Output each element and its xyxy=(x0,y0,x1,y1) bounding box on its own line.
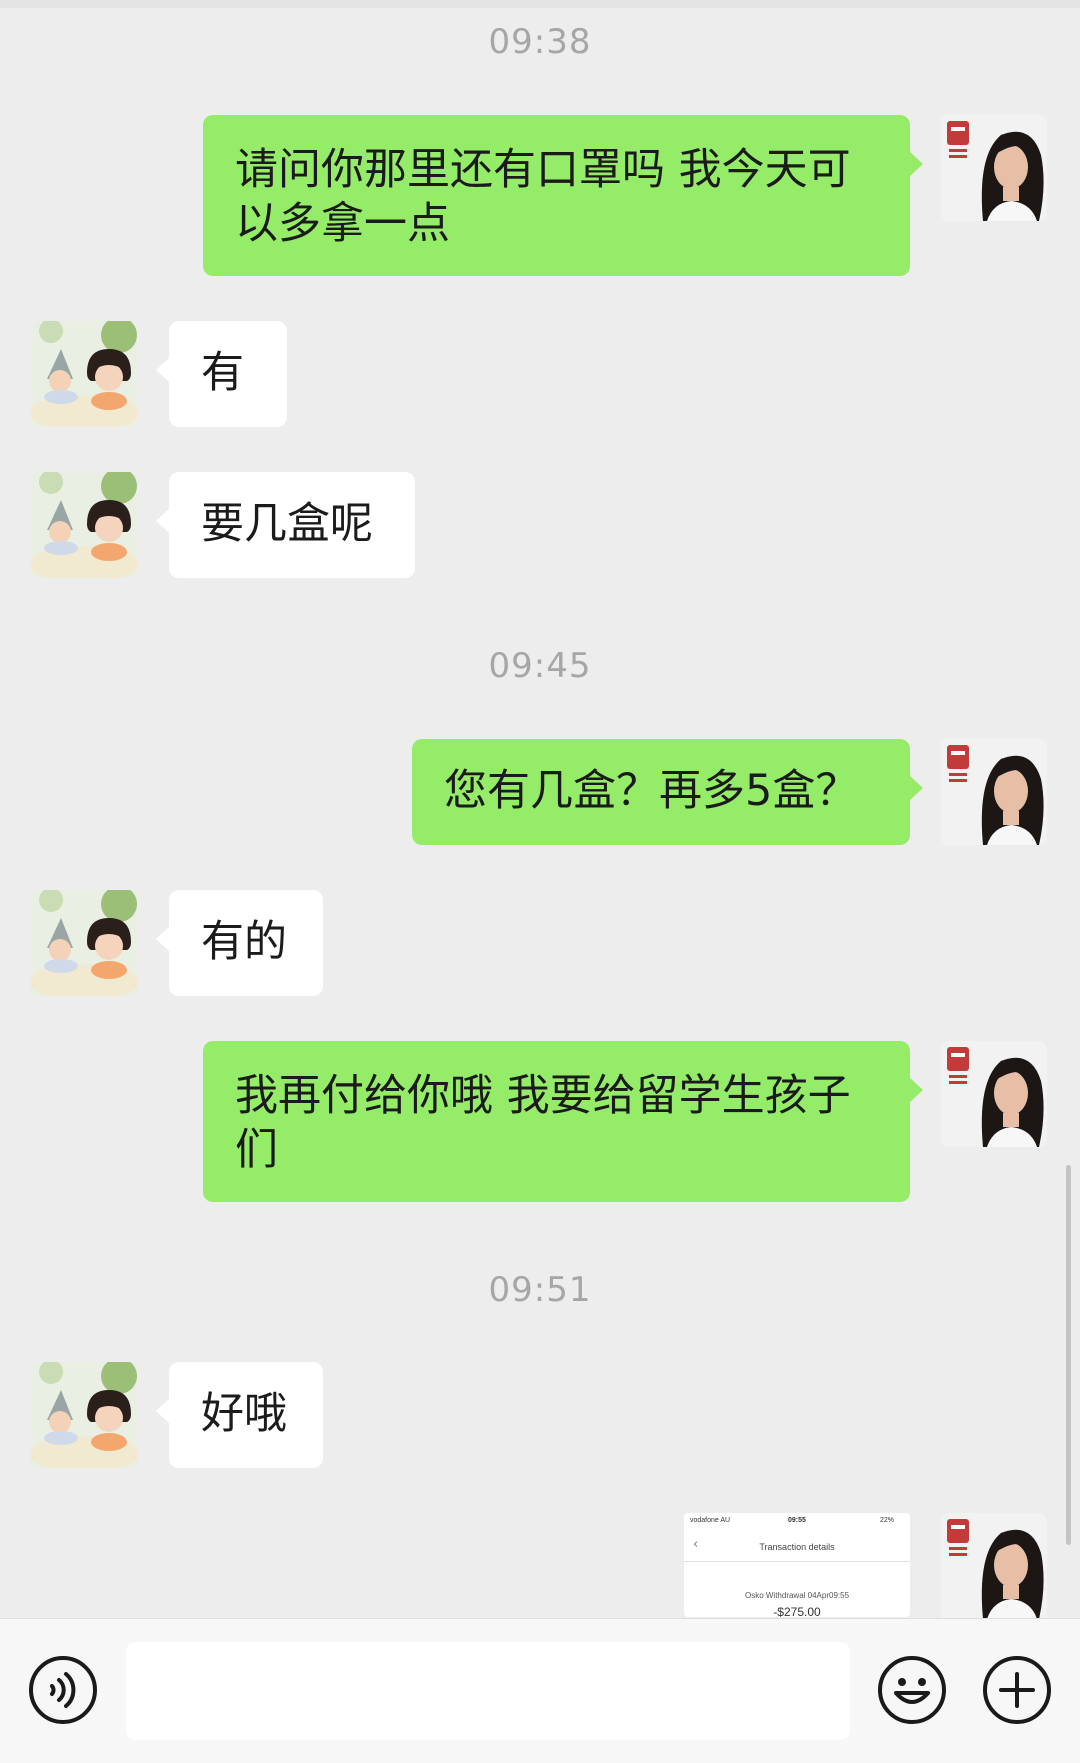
message-text: 要几盒呢 xyxy=(201,499,373,549)
message-text: 有的 xyxy=(201,917,287,967)
contact-avatar[interactable] xyxy=(31,321,137,427)
chat-input-bar xyxy=(0,1618,1080,1763)
top-divider xyxy=(0,0,1080,8)
message-bubble-incoming[interactable]: 有的 xyxy=(156,890,323,996)
timestamp: 09:51 xyxy=(488,1270,592,1310)
message-bubble-outgoing[interactable]: 我再付给你哦 我要给留学生孩子们 xyxy=(203,1041,923,1202)
voice-mode-icon[interactable] xyxy=(28,1655,98,1725)
contact-avatar[interactable] xyxy=(31,472,137,578)
thumbnail-battery: 22% xyxy=(880,1517,895,1524)
message-text: 请问你那里还有口罩吗 我今天可以多拿一点 xyxy=(235,145,851,249)
plus-icon[interactable] xyxy=(982,1655,1052,1725)
my-avatar[interactable] xyxy=(941,1513,1047,1618)
message-input[interactable] xyxy=(126,1642,850,1740)
thumbnail-status-bar: vodafone AU 09:55 22% xyxy=(684,1513,910,1529)
message-text: 好哦 xyxy=(201,1389,287,1439)
message-text: 有 xyxy=(201,348,244,398)
message-bubble-incoming[interactable]: 有 xyxy=(156,321,287,427)
thumbnail-amount: -$275.00 xyxy=(773,1605,821,1617)
contact-avatar[interactable] xyxy=(31,890,137,996)
message-bubble-outgoing[interactable]: 您有几盒？再多5盒？ xyxy=(412,739,923,845)
thumbnail-description: Osko Withdrawal 04Apr09:55 xyxy=(744,1591,850,1600)
emoji-icon[interactable] xyxy=(877,1655,947,1725)
message-text: 我再付给你哦 我要给留学生孩子们 xyxy=(235,1071,851,1175)
message-text: 您有几盒？再多5盒？ xyxy=(444,766,859,816)
thumbnail-carrier: vodafone AU xyxy=(690,1517,731,1524)
timestamp: 09:38 xyxy=(488,22,592,62)
scrollbar[interactable] xyxy=(1066,1165,1071,1545)
thumbnail-nav-bar: ‹ Transaction details xyxy=(684,1531,910,1562)
image-message-transaction-screenshot[interactable]: vodafone AU 09:55 22% ‹ Transaction deta… xyxy=(684,1513,910,1617)
thumbnail-time: 09:55 xyxy=(788,1517,806,1524)
timestamp: 09:45 xyxy=(488,646,592,686)
contact-avatar[interactable] xyxy=(31,1362,137,1468)
message-bubble-outgoing[interactable]: 请问你那里还有口罩吗 我今天可以多拿一点 xyxy=(203,115,923,276)
my-avatar[interactable] xyxy=(941,115,1047,221)
thumbnail-title: Transaction details xyxy=(759,1542,835,1552)
my-avatar[interactable] xyxy=(941,1041,1047,1147)
my-avatar[interactable] xyxy=(941,739,1047,845)
message-bubble-incoming[interactable]: 好哦 xyxy=(156,1362,323,1468)
message-bubble-incoming[interactable]: 要几盒呢 xyxy=(156,472,415,578)
